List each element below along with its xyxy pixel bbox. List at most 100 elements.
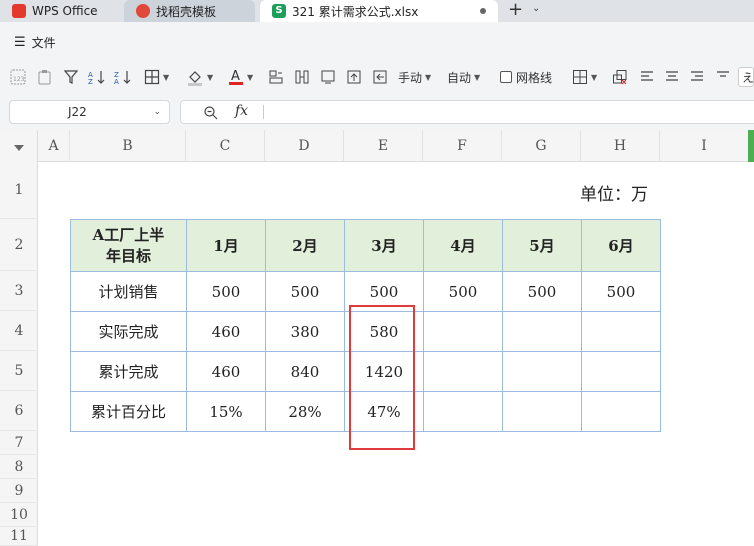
- table-cell[interactable]: 2月: [265, 219, 345, 272]
- table-cell[interactable]: [502, 351, 582, 392]
- table-cell[interactable]: 500: [502, 271, 582, 312]
- font-name-field[interactable]: え: [738, 67, 754, 87]
- clear-format-icon[interactable]: [612, 68, 628, 86]
- align-left-icon[interactable]: [640, 68, 654, 86]
- chevron-down-icon[interactable]: ⌄: [532, 3, 540, 14]
- table-cell[interactable]: 460: [186, 311, 266, 352]
- row-header[interactable]: 9: [0, 479, 38, 503]
- row-header[interactable]: 7: [0, 431, 38, 455]
- column-header[interactable]: C: [186, 130, 265, 162]
- table-cell[interactable]: [423, 311, 503, 352]
- freeze-panes-icon[interactable]: [294, 68, 310, 86]
- row-header[interactable]: 11: [0, 527, 38, 546]
- insert-above-icon[interactable]: [346, 68, 362, 86]
- font-color-icon[interactable]: A ▼: [228, 68, 253, 86]
- svg-text:123: 123: [13, 76, 25, 83]
- table-cell[interactable]: 累计完成: [70, 351, 187, 392]
- table-cell[interactable]: 28%: [265, 391, 345, 432]
- table-cell[interactable]: [502, 311, 582, 352]
- tab-file[interactable]: S 321 累计需求公式.xlsx: [260, 0, 498, 22]
- table-cell[interactable]: 15%: [186, 391, 266, 432]
- manual-dropdown[interactable]: 手动 ▼: [398, 68, 431, 86]
- table-cell[interactable]: A工厂上半 年目标: [70, 219, 187, 272]
- table-cell[interactable]: [423, 391, 503, 432]
- chevron-down-icon: ⌄: [153, 107, 161, 117]
- menu-row: ☰ 文件: [0, 22, 754, 60]
- insert-left-icon[interactable]: [372, 68, 388, 86]
- zoom-icon[interactable]: [203, 105, 219, 121]
- column-header[interactable]: H: [581, 130, 660, 162]
- number-format-icon[interactable]: 123: [10, 68, 26, 86]
- row-height-icon[interactable]: [320, 68, 336, 86]
- file-menu[interactable]: ☰ 文件: [14, 34, 56, 51]
- select-all-corner[interactable]: [0, 130, 38, 162]
- paste-format-icon[interactable]: [37, 68, 53, 86]
- table-cell[interactable]: [581, 391, 661, 432]
- fill-color-icon[interactable]: ▼: [186, 68, 213, 86]
- table-cell[interactable]: 460: [186, 351, 266, 392]
- align-top-icon[interactable]: [716, 68, 730, 86]
- row-header[interactable]: 3: [0, 271, 38, 311]
- table-cell[interactable]: 6月: [581, 219, 661, 272]
- table-cell[interactable]: 380: [265, 311, 345, 352]
- table-cell[interactable]: 500: [581, 271, 661, 312]
- table-cell[interactable]: 500: [186, 271, 266, 312]
- align-center-icon[interactable]: [665, 68, 679, 86]
- row-header[interactable]: 2: [0, 219, 38, 271]
- gridlines-toggle[interactable]: 网格线: [500, 68, 552, 86]
- column-header[interactable]: E: [344, 130, 423, 162]
- tab-template[interactable]: 找稻壳模板: [124, 0, 255, 22]
- row-header[interactable]: 4: [0, 311, 38, 351]
- align-right-icon[interactable]: [690, 68, 704, 86]
- row-header[interactable]: 6: [0, 391, 38, 431]
- chevron-down-icon: ▼: [163, 72, 170, 82]
- table-cell[interactable]: [502, 391, 582, 432]
- worksheet[interactable]: A B C D E F G H I 1 2 3 4 5 6 7 8 9 10 1…: [0, 130, 754, 546]
- row-header[interactable]: 8: [0, 455, 38, 479]
- filter-icon[interactable]: [64, 68, 78, 86]
- table-cell[interactable]: 840: [265, 351, 345, 392]
- column-header[interactable]: B: [70, 130, 186, 162]
- table-cell[interactable]: 计划销售: [70, 271, 187, 312]
- auto-dropdown[interactable]: 自动 ▼: [447, 68, 480, 86]
- column-headers: A B C D E F G H I: [0, 130, 754, 162]
- borders-icon[interactable]: ▼: [144, 68, 169, 86]
- column-header[interactable]: G: [502, 130, 581, 162]
- row-header[interactable]: 1: [0, 162, 38, 219]
- row-header[interactable]: 5: [0, 351, 38, 391]
- tab-bar: WPS Office 找稻壳模板 S 321 累计需求公式.xlsx + ⌄: [0, 0, 754, 22]
- gridlines-label: 网格线: [516, 70, 553, 85]
- table-cell[interactable]: 5月: [502, 219, 582, 272]
- table-cell[interactable]: 累计百分比: [70, 391, 187, 432]
- fx-icon[interactable]: fx: [235, 103, 248, 119]
- table-cell[interactable]: [581, 351, 661, 392]
- column-header[interactable]: D: [265, 130, 344, 162]
- formula-input[interactable]: fx: [180, 100, 754, 124]
- chevron-down-icon: ▼: [207, 72, 214, 82]
- table-cell[interactable]: [581, 311, 661, 352]
- unsaved-dot-icon[interactable]: [480, 8, 486, 14]
- table-cell[interactable]: 500: [265, 271, 345, 312]
- table-cell[interactable]: 500: [423, 271, 503, 312]
- manual-label: 手动: [398, 70, 423, 85]
- column-header[interactable]: A: [38, 130, 70, 162]
- table-cell[interactable]: 1月: [186, 219, 266, 272]
- font-name-value: え: [742, 70, 754, 85]
- format-cells-icon[interactable]: [268, 68, 284, 86]
- tab-wps-office[interactable]: WPS Office: [0, 0, 117, 22]
- row-header[interactable]: 10: [0, 503, 38, 527]
- new-tab-button[interactable]: +: [508, 0, 523, 22]
- gridlines-checkbox[interactable]: [500, 71, 512, 83]
- sort-descending-icon[interactable]: ZA: [114, 68, 132, 86]
- table-cell[interactable]: 实际完成: [70, 311, 187, 352]
- toolbar: 123 AZ ZA ▼ ▼ A ▼ 手动 ▼ 自动 ▼ 网格线 ▼ え: [0, 60, 754, 94]
- sort-ascending-icon[interactable]: AZ: [88, 68, 106, 86]
- cell-reference-box[interactable]: J22 ⌄: [9, 100, 170, 124]
- table-cell[interactable]: 3月: [344, 219, 424, 272]
- column-header[interactable]: F: [423, 130, 502, 162]
- column-header[interactable]: I: [660, 130, 748, 162]
- menu-icon: ☰: [14, 35, 26, 50]
- table-style-icon[interactable]: ▼: [572, 68, 597, 86]
- table-cell[interactable]: 4月: [423, 219, 503, 272]
- table-cell[interactable]: [423, 351, 503, 392]
